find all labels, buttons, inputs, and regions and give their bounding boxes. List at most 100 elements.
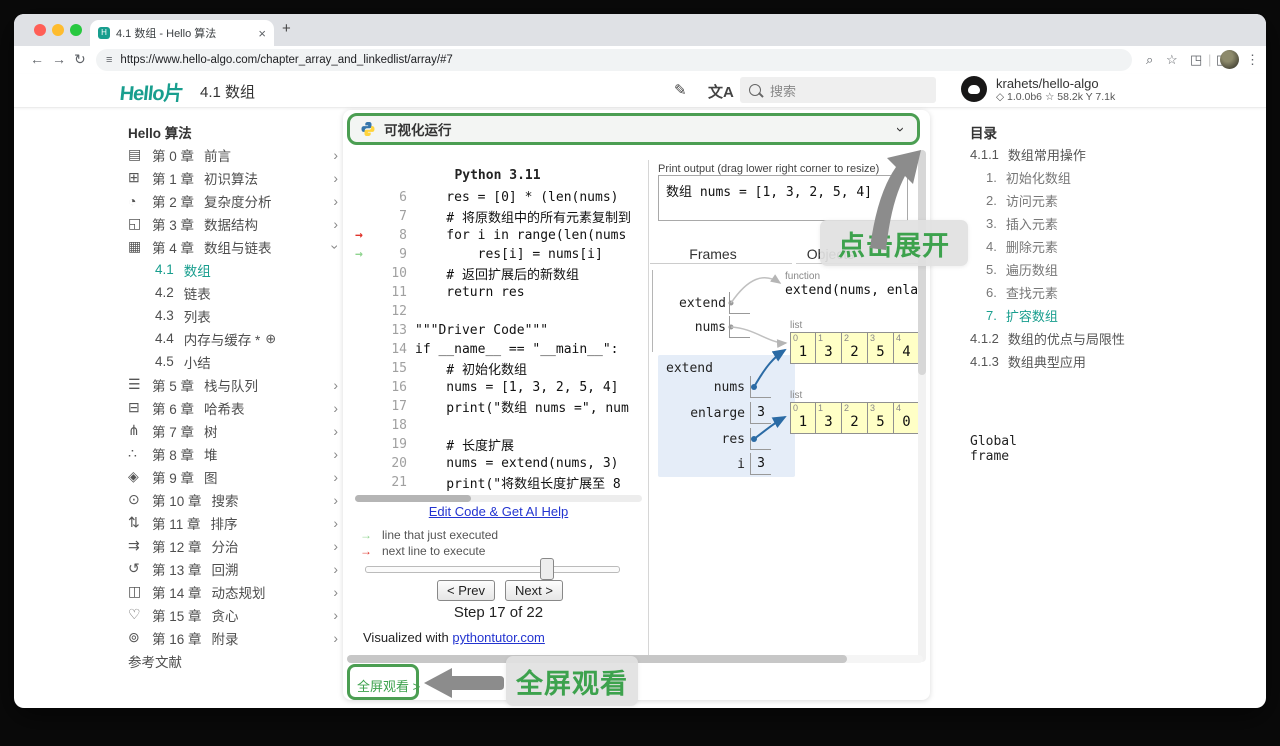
code-text: for i in range(len(nums	[415, 228, 627, 243]
item-label: 栈与队列	[204, 378, 259, 394]
visualization-card: 可视化运行 › Python 3.11 6 res = [0] * (len(n…	[343, 110, 1017, 700]
github-repo-link[interactable]: krahets/hello-algo ◇ 1.0.0b6 ☆ 58.2k Y 7…	[961, 76, 1115, 104]
cell-value: 3	[824, 414, 833, 430]
sidebar-item-4.4[interactable]: 4.4 内存与缓存 * ⊕	[128, 327, 340, 350]
line-number: 14	[391, 342, 407, 357]
toc-item-number: 5.	[986, 262, 997, 277]
extensions-icon[interactable]: ◳	[1190, 52, 1202, 68]
toc-item[interactable]: 4.1.1 数组常用操作	[970, 143, 1180, 166]
sidebar-item[interactable]: ☰ 第 5 章栈与队列 ›	[128, 373, 340, 396]
profile-avatar[interactable]	[1220, 50, 1239, 69]
address-field[interactable]: ≡ https://www.hello-algo.com/chapter_arr…	[96, 49, 1132, 71]
tab-favicon: H	[98, 27, 110, 39]
item-number: 4.2	[155, 285, 174, 300]
code-text: nums = extend(nums, 3)	[415, 456, 619, 471]
step-slider-track[interactable]	[365, 566, 620, 573]
sidebar-item[interactable]: ⊚ 第 16 章附录 ›	[128, 626, 340, 649]
reload-icon[interactable]: ↻	[74, 51, 86, 68]
pythontutor-link[interactable]: pythontutor.com	[452, 630, 545, 645]
sidebar-item[interactable]: ⋔ 第 7 章树 ›	[128, 419, 340, 442]
toc-item[interactable]: 4.1.3 数组典型应用	[970, 350, 1180, 373]
maximize-window-button[interactable]	[70, 24, 82, 36]
next-button[interactable]: Next >	[505, 580, 563, 601]
zoom-icon[interactable]: ⌕	[1146, 52, 1153, 68]
line-number: 13	[391, 323, 407, 338]
hello-algo-logo[interactable]: Hello片	[118, 77, 184, 106]
var-name: enlarge	[690, 405, 745, 421]
chevron-right-icon: ›	[333, 583, 338, 600]
toc-item[interactable]: 4. 删除元素	[970, 235, 1180, 258]
close-window-button[interactable]	[34, 24, 46, 36]
prev-button[interactable]: < Prev	[437, 580, 495, 601]
extend-var-enlarge: enlarge 3	[660, 402, 771, 424]
step-slider-thumb[interactable]	[540, 558, 554, 580]
sidebar-item-4.1[interactable]: 4.1 数组	[128, 258, 340, 281]
sidebar-item-4.3[interactable]: 4.3 列表	[128, 304, 340, 327]
browser-menu-icon[interactable]: ⋮	[1246, 52, 1259, 68]
toc-item[interactable]: 2. 访问元素	[970, 189, 1180, 212]
sidebar-item[interactable]: ♡ 第 15 章贪心 ›	[128, 603, 340, 626]
sidebar-item-4.2[interactable]: 4.2 链表	[128, 281, 340, 304]
sidebar-item[interactable]: ⇉ 第 12 章分治 ›	[128, 534, 340, 557]
code-horizontal-scrollbar[interactable]	[355, 495, 642, 502]
search-input[interactable]: 搜索	[740, 77, 936, 103]
code-line: 7 # 将原数组中的所有元素复制到	[355, 207, 642, 226]
sidebar-title[interactable]: Hello 算法	[128, 120, 340, 143]
sidebar-item[interactable]: ⇅ 第 11 章排序 ›	[128, 511, 340, 534]
var-value-cell: 3	[750, 453, 771, 475]
sidebar-item[interactable]: ◔ 第 2 章复杂度分析 ›	[128, 189, 340, 212]
code-text: # 长度扩展	[415, 439, 514, 454]
cell-value: 5	[876, 414, 885, 430]
code-text: print("将数组长度扩展至 8	[415, 477, 621, 492]
sidebar-item[interactable]: ⊟ 第 6 章哈希表 ›	[128, 396, 340, 419]
sidebar-item[interactable]: ⊙ 第 10 章搜索 ›	[128, 488, 340, 511]
site-info-icon[interactable]: ≡	[106, 54, 112, 66]
toc-item[interactable]: 6. 查找元素	[970, 281, 1180, 304]
toc-item[interactable]: 1. 初始化数组	[970, 166, 1180, 189]
toc-item-number: 7.	[986, 308, 997, 323]
toc-item-label: 删除元素	[1005, 240, 1058, 255]
list-cell: 35	[868, 332, 894, 364]
sidebar-item[interactable]: ▤ 第 0 章前言 ›	[128, 143, 340, 166]
back-icon[interactable]: ←	[30, 51, 44, 67]
toc-item[interactable]: 7. 扩容数组	[970, 304, 1180, 327]
tab-close-icon[interactable]: ×	[258, 26, 266, 41]
visual-run-panel-header[interactable]: 可视化运行 ›	[347, 113, 920, 145]
code-text: # 返回扩展后的新数组	[415, 268, 579, 283]
sidebar-item[interactable]: ↺ 第 13 章回溯 ›	[128, 557, 340, 580]
var-ref-cell	[729, 316, 750, 338]
translate-icon[interactable]: 文A	[708, 81, 734, 102]
forward-icon[interactable]: →	[52, 51, 66, 67]
sidebar-item[interactable]: ▦ 第 4 章数组与链表 ›	[128, 235, 344, 258]
item-label: 回溯	[211, 562, 239, 578]
item-label: 链表	[183, 286, 211, 302]
minimize-window-button[interactable]	[52, 24, 64, 36]
edit-code-link[interactable]: Edit Code & Get AI Help	[355, 504, 642, 519]
toc-item[interactable]: 5. 遍历数组	[970, 258, 1180, 281]
theme-toggle-icon[interactable]: ✎	[674, 81, 687, 99]
new-tab-button[interactable]: +	[282, 20, 291, 37]
sidebar-item[interactable]: ◫ 第 14 章动态规划 ›	[128, 580, 340, 603]
sidebar-item[interactable]: ◱ 第 3 章数据结构 ›	[128, 212, 340, 235]
bookmark-star-icon[interactable]: ☆	[1166, 52, 1178, 68]
line-number: 10	[391, 266, 407, 281]
item-label: 前言	[204, 148, 232, 164]
visualized-with: Visualized with pythontutor.com	[363, 630, 545, 645]
list-cell: 22	[842, 402, 868, 434]
toc-item[interactable]: 4.1.2 数组的优点与局限性	[970, 327, 1180, 350]
browser-tab[interactable]: H 4.1 数组 - Hello 算法 ×	[90, 20, 274, 46]
code-text: # 初始化数组	[415, 363, 527, 378]
item-label: 内存与缓存 *	[183, 332, 261, 348]
sidebar-item[interactable]: ∴ 第 8 章堆 ›	[128, 442, 340, 465]
sidebar-item[interactable]: ◈ 第 9 章图 ›	[128, 465, 340, 488]
sidebar-item-references[interactable]: 参考文献	[128, 649, 340, 672]
var-ref-cell	[750, 376, 771, 398]
sidebar-item-4.5[interactable]: 4.5 小结	[128, 350, 340, 373]
item-chapter: 第 5 章	[152, 378, 195, 394]
cell-index: 2	[844, 333, 850, 343]
item-label: 数据结构	[204, 217, 259, 233]
item-number: 4.1	[155, 262, 174, 277]
toc-item[interactable]: 3. 插入元素	[970, 212, 1180, 235]
sidebar-item[interactable]: ⊞ 第 1 章初识算法 ›	[128, 166, 340, 189]
cell-value: 4	[902, 344, 911, 360]
